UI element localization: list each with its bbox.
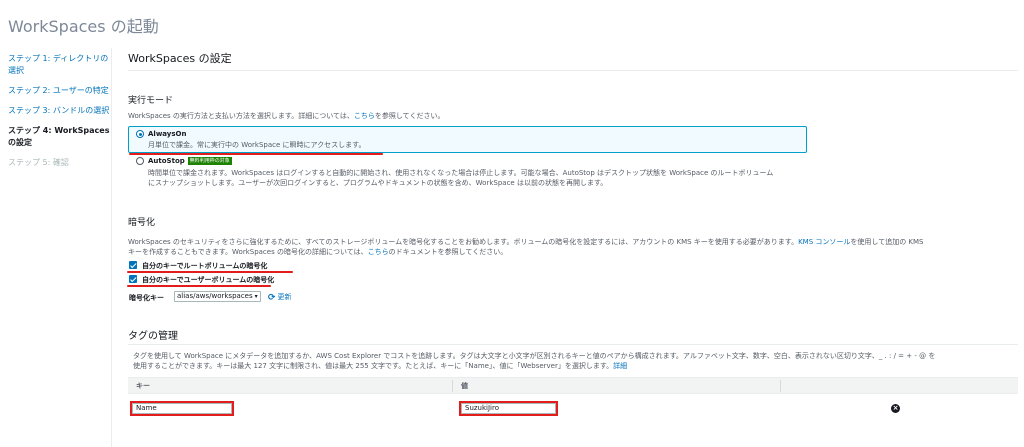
- running-mode-desc: WorkSpaces の実行方法と支払い方法を選択します。詳細については、こちら…: [128, 112, 445, 120]
- root-volume-encrypt-checkbox[interactable]: [129, 261, 137, 269]
- user-volume-encrypt-label: 自分のキーでユーザーボリュームの暗号化: [142, 276, 275, 284]
- highlight-underline-user-volume: [127, 285, 271, 287]
- main-title-divider: [128, 70, 1018, 71]
- sidebar-divider: [111, 48, 112, 447]
- refresh-icon: ⟳: [268, 293, 276, 303]
- tags-help-link[interactable]: 詳細: [613, 362, 627, 370]
- free-tier-badge: 無料利用枠の対象: [187, 157, 232, 165]
- step-5-review: ステップ 5: 確認: [8, 158, 69, 167]
- always-on-label: AlwaysOn: [148, 130, 187, 138]
- running-mode-heading: 実行モード: [128, 96, 174, 106]
- kms-console-link[interactable]: KMS コンソール: [798, 238, 850, 246]
- chevron-down-icon: ▾: [254, 293, 258, 300]
- always-on-desc: 月単位で課金。常に実行中の WorkSpace に瞬時にアクセスします。: [148, 141, 366, 149]
- remove-tag-icon[interactable]: ×: [891, 404, 900, 413]
- highlight-box-tag-key: [130, 401, 234, 416]
- encryption-heading: 暗号化: [128, 218, 156, 228]
- always-on-radio[interactable]: [136, 130, 144, 138]
- tags-col-value: 値: [461, 382, 468, 390]
- step-1-directory[interactable]: ステップ 1: ディレクトリの選択: [8, 53, 112, 77]
- user-volume-encrypt-checkbox[interactable]: [129, 275, 137, 283]
- encryption-desc-line1: WorkSpaces のセキュリティをさらに強化するために、すべてのストレージボ…: [128, 238, 924, 246]
- highlight-box-tag-value: [459, 401, 558, 416]
- page-title: WorkSpaces の起動: [8, 17, 159, 36]
- tags-heading-divider: [128, 344, 1018, 345]
- encryption-key-select[interactable]: alias/aws/workspaces ▾: [174, 291, 261, 302]
- step-3-bundle[interactable]: ステップ 3: バンドルの選択: [8, 105, 112, 117]
- auto-stop-desc-line2: にスナップショットします。ユーザーが次回ログインすると、プログラムやドキュメント…: [148, 179, 608, 187]
- tags-heading: タグの管理: [128, 331, 178, 342]
- main-title: WorkSpaces の設定: [128, 52, 232, 65]
- auto-stop-desc-line1: 時間単位で課金されます。WorkSpaces はログインすると自動的に開始され、…: [148, 169, 774, 177]
- encryption-help-link[interactable]: こちら: [368, 248, 389, 256]
- running-mode-help-link[interactable]: こちら: [354, 112, 375, 120]
- auto-stop-radio[interactable]: [136, 157, 144, 165]
- step-2-users[interactable]: ステップ 2: ユーザーの特定: [8, 85, 112, 97]
- highlight-underline-always-on: [129, 153, 383, 155]
- tags-desc-line2: 使用することができます。キーは最大 127 文字に制限され、値は最大 255 文…: [133, 362, 628, 370]
- encryption-key-label: 暗号化キー: [129, 294, 164, 302]
- auto-stop-label: AutoStop 無料利用枠の対象: [148, 157, 232, 165]
- highlight-underline-root-volume: [127, 271, 293, 273]
- root-volume-encrypt-label: 自分のキーでルートボリュームの暗号化: [142, 262, 268, 270]
- tags-col-separator: [452, 380, 453, 392]
- tags-desc-line1: タグを使用して WorkSpace にメタデータを追加するか、AWS Cost …: [133, 352, 936, 360]
- tags-table-header: キー 値: [128, 377, 1018, 394]
- refresh-button[interactable]: ⟳ 更新: [268, 292, 292, 303]
- tags-col-key: キー: [136, 382, 150, 390]
- tags-col-separator: [780, 380, 781, 392]
- encryption-desc-line2: キーを作成することもできます。WorkSpaces の暗号化の詳細については、こ…: [128, 248, 508, 256]
- step-4-configure: ステップ 4: WorkSpaces の設定: [8, 126, 110, 147]
- wizard-steps: ステップ 1: ディレクトリの選択 ステップ 2: ユーザーの特定 ステップ 3…: [8, 53, 112, 177]
